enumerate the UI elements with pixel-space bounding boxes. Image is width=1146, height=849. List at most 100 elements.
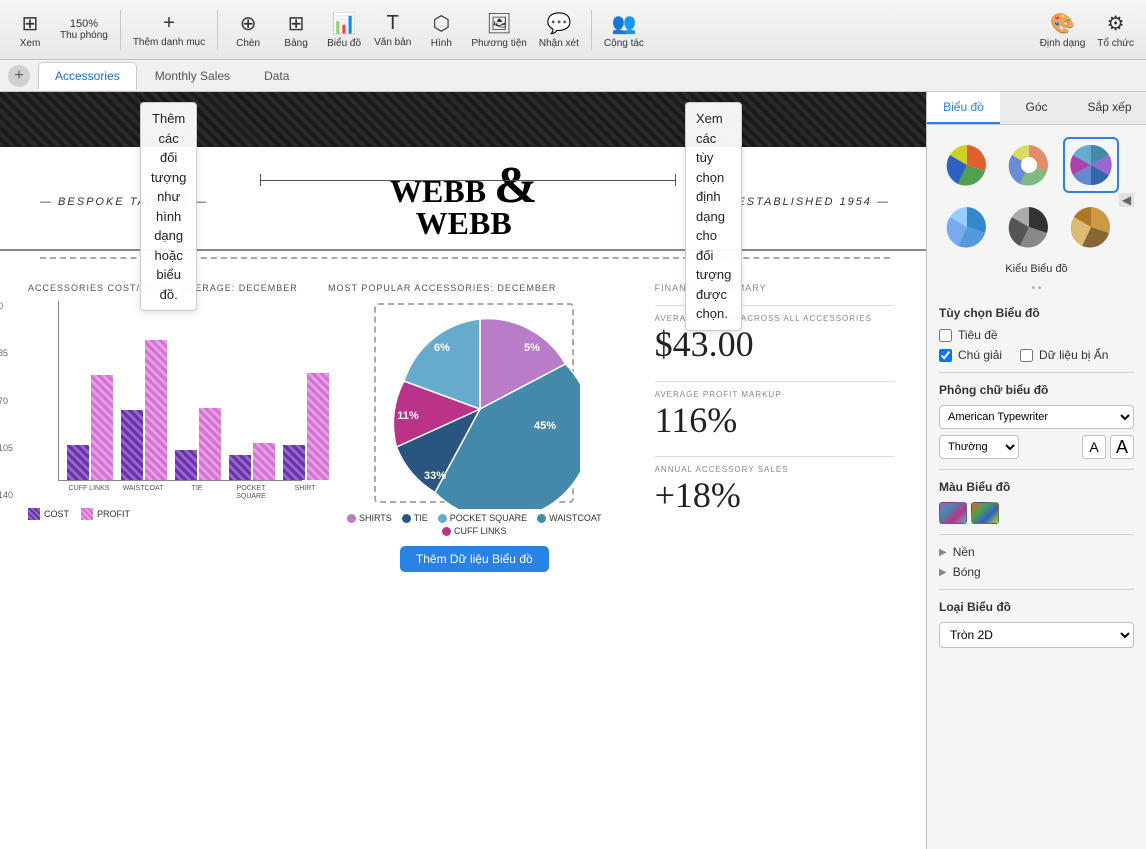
font-large-btn[interactable]: A <box>1110 435 1134 459</box>
pie-svg: 5% 45% 33% 11% <box>380 309 580 509</box>
panel-content: ◀ Kiểu Biểu đồ • • Tùy chọn Biểu đồ Tiêu… <box>927 125 1146 849</box>
tab-data[interactable]: Data <box>248 62 305 90</box>
toolbar-add-section[interactable]: + Thêm danh mục <box>129 4 209 56</box>
tab-accessories[interactable]: Accessories <box>38 62 137 90</box>
bar-chart-container: ACCESSORIES COST/PROFIT AVERAGE: DECEMBE… <box>20 275 310 580</box>
fin-section-markup: AVERAGE PROFIT MARKUP 116% <box>655 390 894 441</box>
shadow-label: Bóng <box>953 565 981 579</box>
canvas-area[interactable]: Thêm các đối tượng như hình dạng hoặc bi… <box>0 92 926 849</box>
view-label: Xem <box>20 38 41 49</box>
pie-chart-container: MOST POPULAR ACCESSORIES: DECEMBER 5% 45… <box>320 275 629 580</box>
toolbar-right: 🎨 Định dạng ⚙ Tổ chức <box>1036 4 1138 56</box>
toolbar-collab[interactable]: 👥 Cộng tác <box>600 4 648 56</box>
panel-dots: • • <box>939 283 1134 294</box>
toolbar-shape[interactable]: ⬡ Hình <box>419 4 463 56</box>
tab-goc[interactable]: Góc <box>1000 92 1073 124</box>
legend-swatch-cost <box>28 508 40 520</box>
option-legend-row: Chú giải Dữ liệu bị Ẩn <box>939 348 1134 362</box>
hidden-data-checkbox[interactable] <box>1020 349 1033 362</box>
fin-avg-profit-value: $43.00 <box>655 325 894 365</box>
shadow-arrow: ▶ <box>939 567 947 578</box>
comment-icon: 💬 <box>546 11 571 36</box>
chart-label: Biểu đồ <box>327 38 361 49</box>
tab-bieudo[interactable]: Biểu đồ <box>927 92 1000 124</box>
color-swatch-row <box>939 502 1134 524</box>
bar-profit-tie <box>199 408 221 480</box>
insert-icon: ⊕ <box>240 11 257 36</box>
color-swatch-1[interactable] <box>939 502 967 524</box>
right-panel: Biểu đồ Góc Sắp xếp <box>926 92 1146 849</box>
toolbar-media[interactable]: 🖼 Phương tiện <box>467 4 531 56</box>
legend-swatch-profit <box>81 508 93 520</box>
sep3 <box>591 10 592 50</box>
title-label: Tiêu đề <box>958 328 998 342</box>
add-data-button[interactable]: Thêm Dữ liệu Biểu đồ <box>400 546 549 572</box>
panel-tabs: Biểu đồ Góc Sắp xếp <box>927 92 1146 125</box>
chart-style-2[interactable] <box>1001 137 1057 193</box>
tab-monthly-sales[interactable]: Monthly Sales <box>139 62 246 90</box>
add-section-icon: + <box>163 12 175 35</box>
tab-sapxep[interactable]: Sắp xếp <box>1073 92 1146 124</box>
hidden-data-label: Dữ liệu bị Ẩn <box>1039 348 1108 362</box>
chart-styles-scroll-area: ◀ <box>939 137 1134 263</box>
bar-cost-waistcoat <box>121 410 143 480</box>
toolbar-table[interactable]: ⊞ Bảng <box>274 4 318 56</box>
toolbar-format[interactable]: 🎨 Định dạng <box>1036 4 1090 56</box>
chart-styles-scroll-btn[interactable]: ◀ <box>1119 193 1134 207</box>
svg-text:6%: 6% <box>434 342 450 354</box>
toolbar-insert[interactable]: ⊕ Chèn <box>226 4 270 56</box>
fin-annual-label: ANNUAL ACCESSORY SALES <box>655 465 894 474</box>
toolbar-zoom-btn[interactable]: 150% Thu phóng <box>56 4 112 56</box>
annotation-add-objects: Thêm các đối tượng như hình dạng hoặc bi… <box>140 102 141 142</box>
fin-section-annual: ANNUAL ACCESSORY SALES +18% <box>655 465 894 516</box>
options-header: Tùy chọn Biểu đồ <box>939 306 1134 320</box>
toolbar: ⊞ Xem 150% Thu phóng + Thêm danh mục ⊕ C… <box>0 0 1146 60</box>
bar-group-pocketsquare <box>229 443 275 480</box>
chart-style-1[interactable] <box>939 137 995 193</box>
title-checkbox[interactable] <box>939 329 952 342</box>
option-title-row: Tiêu đề <box>939 328 1134 342</box>
color-swatch-2[interactable] <box>971 502 999 524</box>
font-style-select[interactable]: Thường In đậm In nghiêng <box>939 435 1019 459</box>
chart-legend: COST PROFIT <box>28 508 302 520</box>
bg-expandable[interactable]: ▶ Nền <box>939 545 1134 559</box>
font-style-row: Thường In đậm In nghiêng A A <box>939 435 1134 459</box>
legend-checkbox[interactable] <box>939 349 952 362</box>
legend-label: Chú giải <box>958 348 1002 362</box>
toolbar-organize[interactable]: ⚙ Tổ chức <box>1093 4 1138 56</box>
font-small-btn[interactable]: A <box>1082 435 1106 459</box>
bg-label: Nền <box>953 545 975 559</box>
organize-icon: ⚙ <box>1107 11 1125 36</box>
table-label: Bảng <box>284 38 307 49</box>
shadow-expandable[interactable]: ▶ Bóng <box>939 565 1134 579</box>
chart-style-5[interactable] <box>1001 199 1057 255</box>
toolbar-comment[interactable]: 💬 Nhận xét <box>535 4 583 56</box>
svg-text:33%: 33% <box>424 470 446 482</box>
text-icon: T <box>387 12 399 35</box>
chart-type-select[interactable]: Tròn 2D Tròn 3D Bánh donut <box>939 622 1134 648</box>
toolbar-view-btn[interactable]: ⊞ Xem <box>8 4 52 56</box>
font-name-select[interactable]: American Typewriter Helvetica Times New … <box>939 405 1134 429</box>
chart-style-4[interactable] <box>939 199 995 255</box>
toolbar-text[interactable]: T Văn bản <box>370 4 415 56</box>
toolbar-chart[interactable]: 📊 Biểu đồ <box>322 4 366 56</box>
doc-header-band <box>0 92 926 147</box>
add-sheet-button[interactable]: + <box>8 65 30 87</box>
chart-style-6[interactable] <box>1063 199 1119 255</box>
doc-title-row: — BESPOKE TAILORS — WEBB & WEBB — ESTABL… <box>0 147 926 251</box>
bar-cost-cufflinks <box>67 445 89 480</box>
style-label: Kiểu Biểu đồ <box>939 263 1134 275</box>
pie-wrapper: 5% 45% 33% 11% <box>374 303 574 503</box>
chart-style-grid <box>939 137 1119 255</box>
media-label: Phương tiện <box>471 38 527 49</box>
svg-text:11%: 11% <box>398 410 420 422</box>
shape-icon: ⬡ <box>433 11 450 36</box>
financial-summary: FINANCIAL SUMMARY AVERAGE PROFIT ACROSS … <box>639 275 910 580</box>
bar-group-tie <box>175 408 221 480</box>
collab-icon: 👥 <box>611 11 636 36</box>
chart-style-3[interactable] <box>1063 137 1119 193</box>
main-layout: Thêm các đối tượng như hình dạng hoặc bi… <box>0 92 1146 849</box>
color-header: Màu Biểu đồ <box>939 480 1134 494</box>
bg-arrow: ▶ <box>939 547 947 558</box>
insert-label: Chèn <box>236 38 260 49</box>
